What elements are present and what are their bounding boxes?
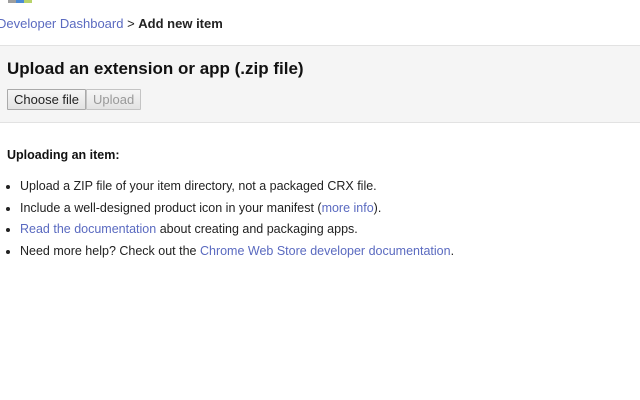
instructions-list: Upload a ZIP file of your item directory… — [7, 176, 454, 263]
upload-panel: Upload an extension or app (.zip file) C… — [0, 45, 640, 123]
breadcrumb-developer-dashboard-link[interactable]: Developer Dashboard — [0, 16, 123, 31]
list-item-text: Upload a ZIP file of your item directory… — [20, 179, 377, 193]
list-item: Upload a ZIP file of your item directory… — [20, 176, 454, 198]
instructions-heading: Uploading an item: — [7, 148, 120, 162]
breadcrumb-separator: > — [123, 16, 139, 31]
logo-icon — [8, 0, 32, 3]
read-documentation-link[interactable]: Read the documentation — [20, 222, 156, 236]
upload-instructions: Uploading an item: Upload a ZIP file of … — [7, 148, 454, 263]
developer-documentation-link[interactable]: Chrome Web Store developer documentation — [200, 244, 451, 258]
list-item-text: Need more help? Check out the — [20, 244, 200, 259]
more-info-link[interactable]: more info — [322, 201, 374, 215]
breadcrumb: Developer Dashboard > Add new item — [0, 16, 223, 31]
breadcrumb-current: Add new item — [138, 16, 223, 31]
choose-file-button[interactable]: Choose file — [7, 89, 87, 110]
list-item-text: Include a well-designed product icon in … — [20, 200, 322, 215]
list-item: Include a well-designed product icon in … — [20, 198, 454, 220]
list-item-text: . — [450, 244, 455, 259]
list-item: Read the documentation about creating an… — [20, 219, 454, 241]
list-item: Need more help? Check out the Chrome Web… — [20, 241, 454, 263]
list-item-text: ). — [373, 200, 382, 215]
page-title: Upload an extension or app (.zip file) — [7, 59, 304, 78]
list-item-text: about creating and packaging apps. — [156, 222, 358, 237]
upload-button[interactable]: Upload — [86, 89, 142, 110]
